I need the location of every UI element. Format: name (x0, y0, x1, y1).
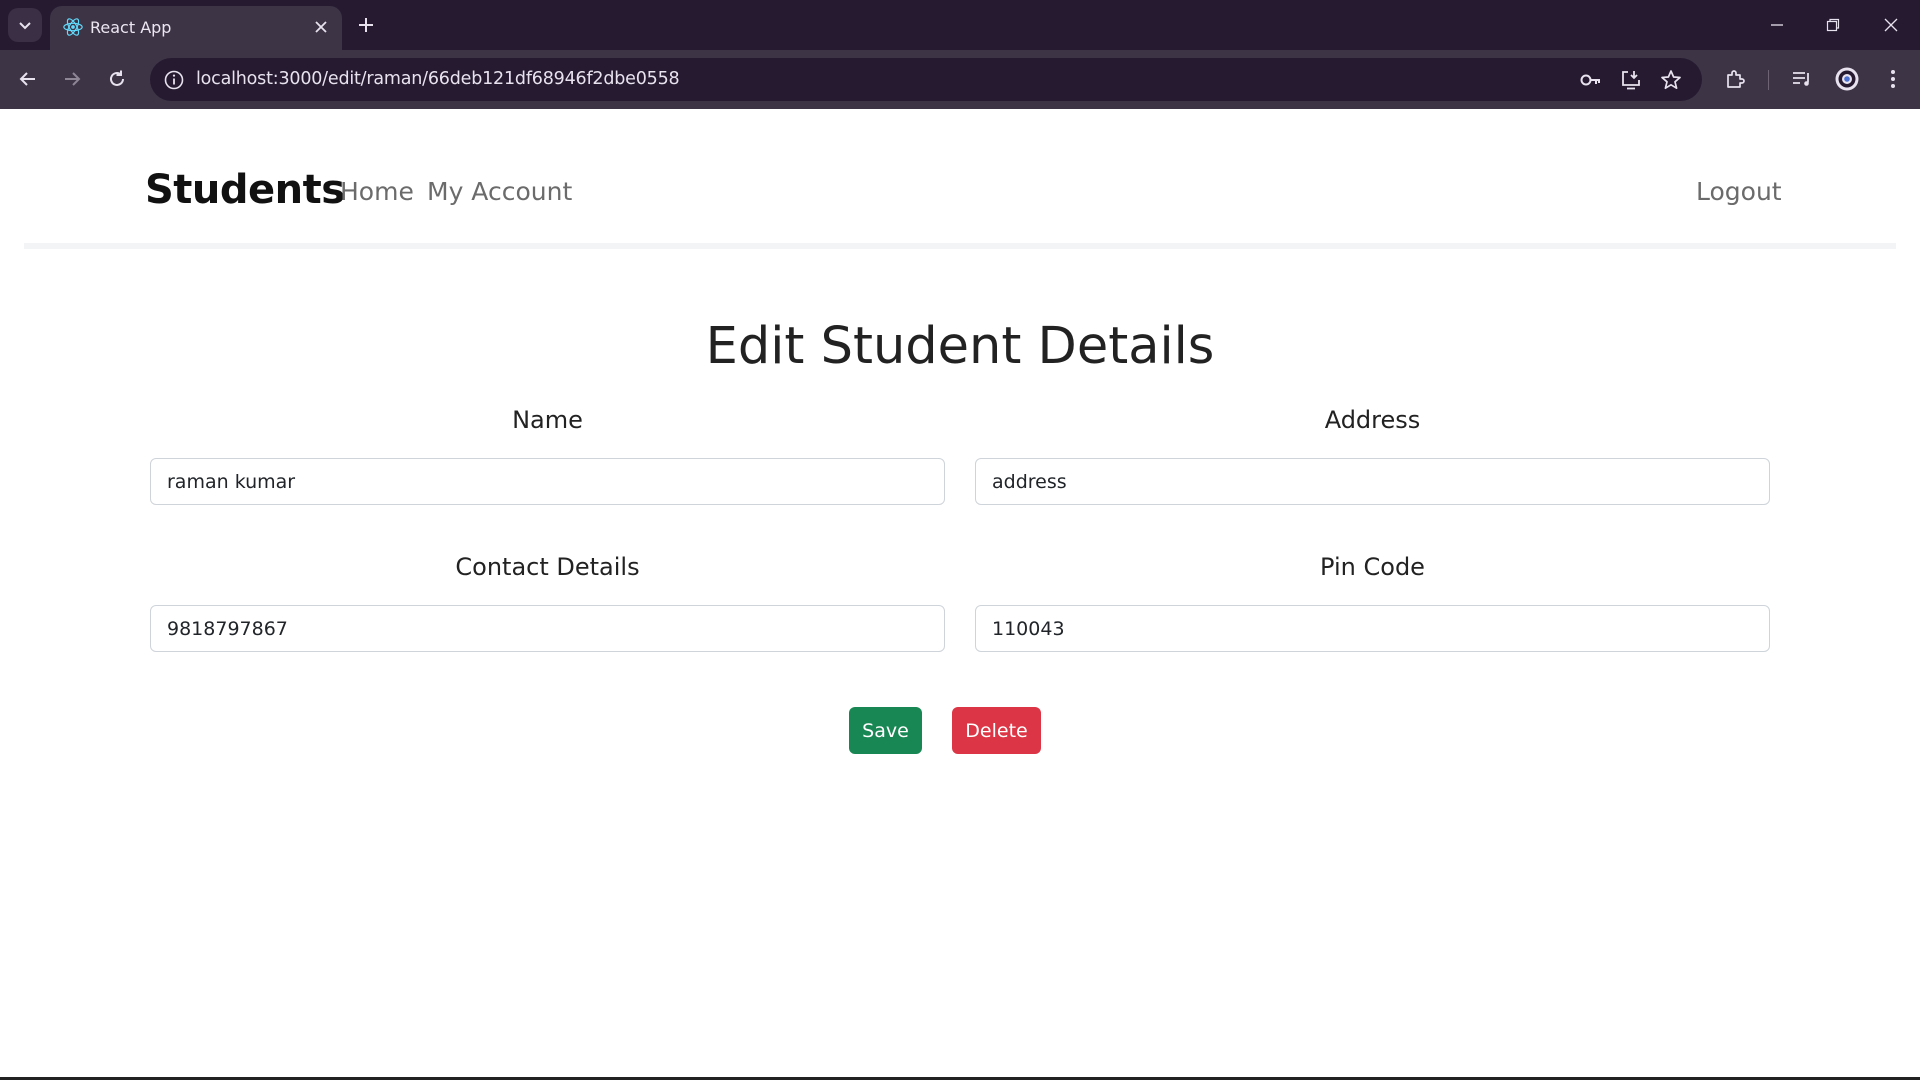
save-button[interactable]: Save (849, 707, 922, 754)
contact-details-input[interactable] (150, 605, 945, 652)
nav-link-home[interactable]: Home (340, 177, 414, 206)
nav-link-logout[interactable]: Logout (1696, 177, 1782, 206)
page-title: Edit Student Details (705, 317, 1215, 376)
media-control-button[interactable] (1787, 64, 1817, 94)
window-close-button[interactable] (1876, 12, 1906, 38)
tab-title: React App (90, 18, 172, 37)
brand-logo[interactable]: Students (145, 167, 345, 213)
password-key-button[interactable] (1578, 67, 1604, 93)
minimize-icon (1771, 24, 1783, 26)
address-input[interactable] (975, 458, 1770, 505)
minimize-button[interactable] (1762, 12, 1792, 38)
active-tab[interactable]: React App (50, 6, 342, 50)
browser-menu-button[interactable] (1878, 64, 1908, 94)
browser-toolbar: localhost:3000/edit/raman/66deb121df6894… (0, 50, 1920, 109)
reload-button[interactable] (102, 64, 132, 94)
chevron-down-icon (19, 22, 31, 30)
profile-button[interactable] (1832, 64, 1862, 94)
tab-list-button[interactable] (8, 8, 42, 42)
star-icon (1661, 70, 1681, 90)
address-label: Address (1324, 406, 1421, 434)
extensions-icon (1727, 70, 1745, 88)
key-icon (1580, 74, 1600, 86)
url-text[interactable]: localhost:3000/edit/raman/66deb121df6894… (196, 69, 680, 89)
restore-icon (1826, 18, 1840, 32)
browser-tab-bar: React App (0, 0, 1920, 50)
extensions-button[interactable] (1720, 64, 1750, 94)
reload-icon (110, 70, 124, 86)
window-close-icon (1884, 18, 1898, 32)
install-app-button[interactable] (1618, 67, 1644, 93)
profile-icon (1835, 67, 1859, 91)
delete-button[interactable]: Delete (952, 707, 1041, 754)
name-label: Name (512, 406, 583, 434)
back-arrow-icon (19, 72, 35, 86)
close-icon[interactable] (312, 18, 330, 36)
plus-icon[interactable] (354, 13, 378, 37)
site-info-icon[interactable] (162, 68, 186, 92)
toolbar-separator (1768, 70, 1769, 90)
forward-arrow-icon (65, 72, 81, 86)
restore-button[interactable] (1818, 12, 1848, 38)
pin-code-input[interactable] (975, 605, 1770, 652)
bookmark-button[interactable] (1658, 67, 1684, 93)
nav-link-my-account[interactable]: My Account (427, 177, 572, 206)
contact-details-label: Contact Details (455, 553, 640, 581)
forward-button[interactable] (57, 64, 87, 94)
site-navbar: Students Home My Account Logout (24, 109, 1896, 249)
page-content: Students Home My Account Logout Edit Stu… (0, 109, 1920, 1080)
back-button[interactable] (13, 64, 43, 94)
more-vert-icon (1891, 70, 1895, 88)
media-control-icon (1793, 72, 1809, 86)
name-input[interactable] (150, 458, 945, 505)
install-app-icon (1622, 71, 1640, 90)
react-favicon-icon (63, 18, 83, 36)
pin-code-label: Pin Code (1320, 553, 1425, 581)
address-bar[interactable]: localhost:3000/edit/raman/66deb121df6894… (150, 58, 1702, 101)
